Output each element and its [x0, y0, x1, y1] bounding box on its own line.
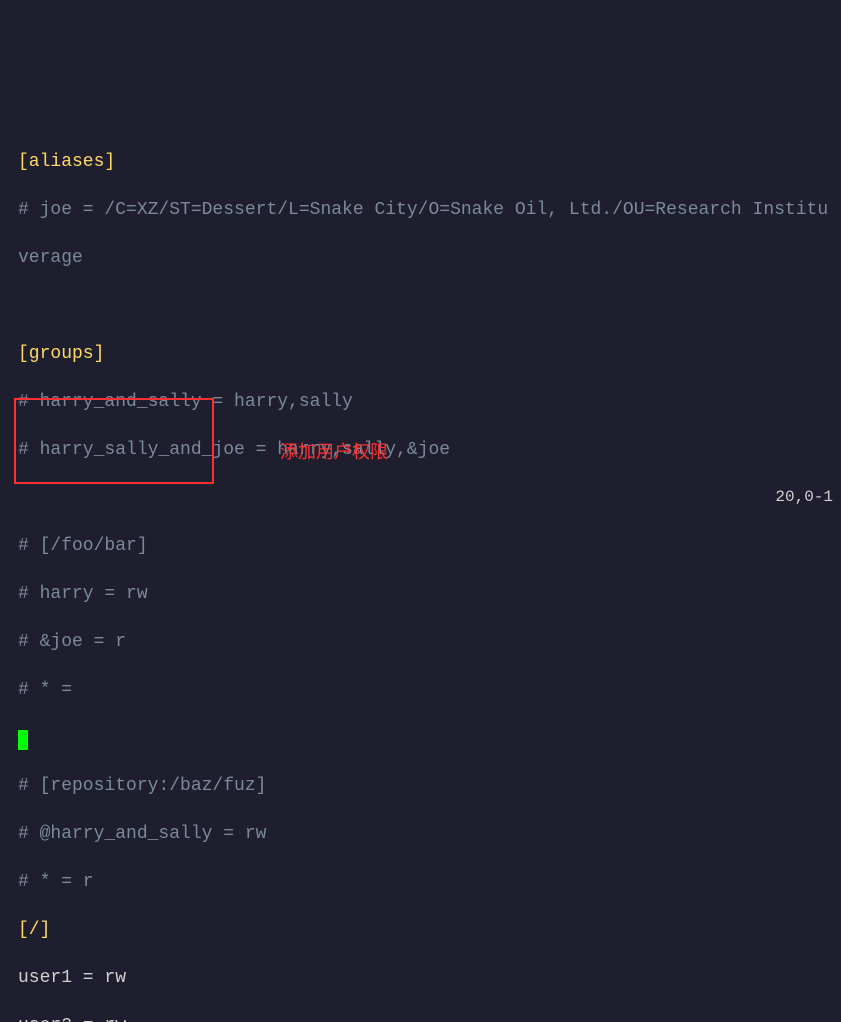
editor-line[interactable]: user1 = rw	[18, 966, 841, 990]
editor-line[interactable]: [/]	[18, 918, 841, 942]
comment-text: # * =	[18, 680, 72, 700]
editor-line[interactable]: [groups]	[18, 342, 841, 366]
editor-line[interactable]: [aliases]	[18, 150, 841, 174]
comment-text: # @harry_and_sally = rw	[18, 824, 266, 844]
editor-line[interactable]	[18, 294, 841, 318]
comment-text: # [repository:/baz/fuz]	[18, 776, 266, 796]
annotation-label: 添加用户权限	[280, 440, 388, 464]
config-text: user1 = rw	[18, 968, 126, 988]
editor-line[interactable]: # harry_sally_and_joe = harry,sally,&joe	[18, 438, 841, 462]
editor-line[interactable]	[18, 726, 841, 750]
editor-line[interactable]: # * = r	[18, 870, 841, 894]
section-header: [/]	[18, 920, 50, 940]
editor-line[interactable]: # [repository:/baz/fuz]	[18, 774, 841, 798]
editor-line[interactable]: # [/foo/bar]	[18, 534, 841, 558]
comment-text: verage	[18, 248, 83, 268]
section-header: [groups]	[18, 344, 104, 364]
editor-line[interactable]: user2 = rw	[18, 1014, 841, 1022]
section-header: [aliases]	[18, 152, 115, 172]
editor-line[interactable]	[18, 486, 841, 510]
comment-text: # harry_and_sally = harry,sally	[18, 392, 353, 412]
comment-text: # harry = rw	[18, 584, 148, 604]
editor-line[interactable]	[18, 102, 841, 126]
comment-text: # &joe = r	[18, 632, 126, 652]
config-text: user2 = rw	[18, 1016, 126, 1022]
editor-line[interactable]: verage	[18, 246, 841, 270]
editor-line[interactable]: # * =	[18, 678, 841, 702]
editor-line[interactable]: # harry = rw	[18, 582, 841, 606]
status-position: 20,0-1	[775, 485, 833, 509]
editor-line[interactable]: # joe = /C=XZ/ST=Dessert/L=Snake City/O=…	[18, 198, 841, 222]
cursor-block	[18, 730, 28, 750]
editor-line[interactable]: # @harry_and_sally = rw	[18, 822, 841, 846]
editor-line[interactable]: # harry_and_sally = harry,sally	[18, 390, 841, 414]
editor-line[interactable]: # &joe = r	[18, 630, 841, 654]
comment-text: # joe = /C=XZ/ST=Dessert/L=Snake City/O=…	[18, 200, 828, 220]
comment-text: # [/foo/bar]	[18, 536, 148, 556]
comment-text: # * = r	[18, 872, 94, 892]
